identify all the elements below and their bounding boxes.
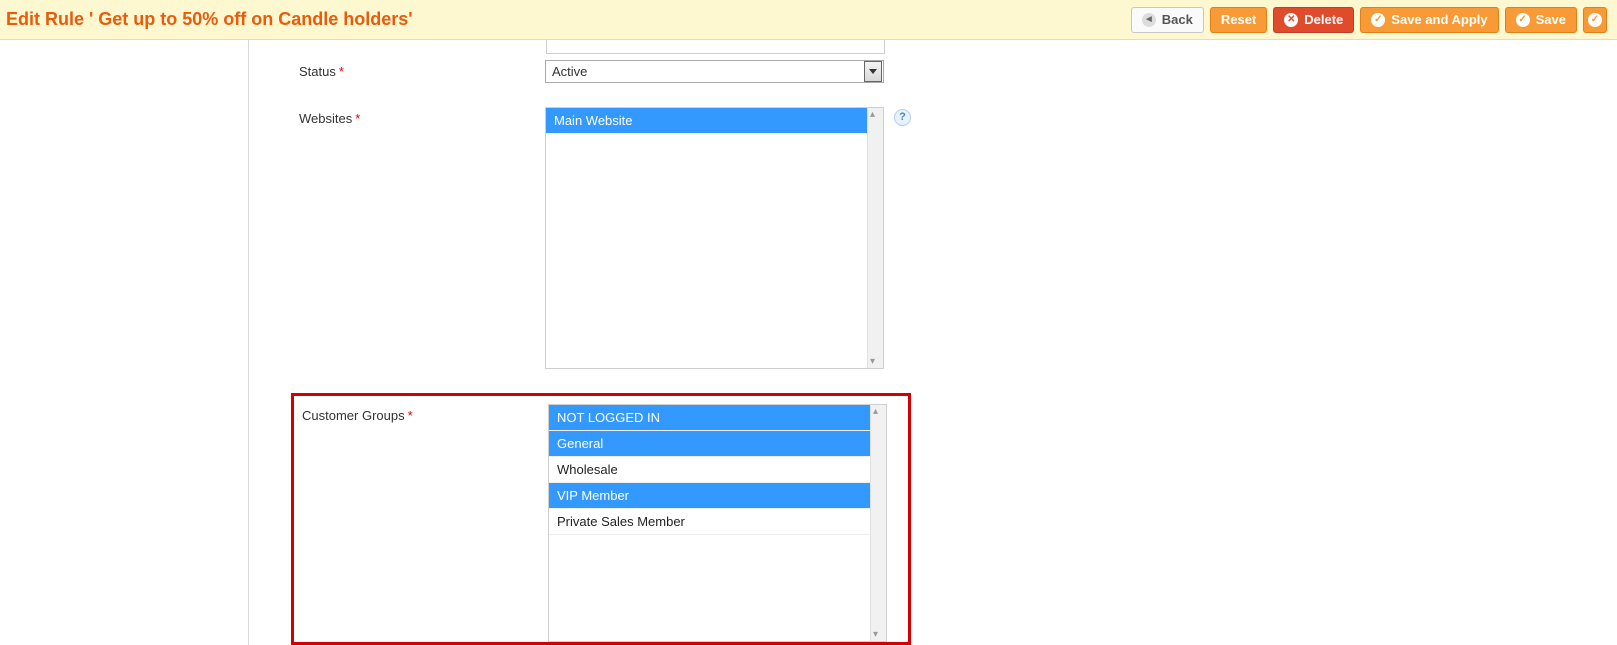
status-row: Status* Active [249, 60, 1617, 83]
left-sidebar [0, 40, 249, 645]
back-arrow-icon: ◄ [1142, 13, 1156, 27]
save-and-apply-button-label: Save and Apply [1391, 12, 1487, 27]
reset-button-label: Reset [1221, 12, 1256, 27]
back-button-label: Back [1162, 12, 1193, 27]
customer-groups-label-text: Customer Groups [302, 408, 405, 423]
overflow-button[interactable]: ✓ [1583, 7, 1607, 33]
scrollbar[interactable] [867, 108, 883, 368]
header-actions: ◄ Back Reset ✕ Delete ✓ Save and Apply ✓… [1131, 7, 1607, 33]
customer-groups-multiselect[interactable]: NOT LOGGED INGeneralWholesaleVIP MemberP… [548, 404, 887, 642]
reset-button[interactable]: Reset [1210, 7, 1267, 33]
scrollbar[interactable] [870, 405, 886, 641]
save-button[interactable]: ✓ Save [1505, 7, 1577, 33]
customer-groups-option[interactable]: Private Sales Member [549, 509, 871, 535]
customer-groups-highlight: Customer Groups* NOT LOGGED INGeneralWho… [291, 393, 911, 645]
status-select-value: Active [546, 64, 864, 79]
customer-groups-row: Customer Groups* NOT LOGGED INGeneralWho… [294, 404, 894, 642]
delete-button-label: Delete [1304, 12, 1343, 27]
customer-groups-label: Customer Groups* [294, 404, 548, 423]
back-button[interactable]: ◄ Back [1131, 7, 1204, 33]
delete-icon: ✕ [1284, 13, 1298, 27]
page-title: Edit Rule ' Get up to 50% off on Candle … [6, 9, 413, 30]
websites-label-text: Websites [299, 111, 352, 126]
required-asterisk: * [339, 64, 344, 79]
required-asterisk: * [355, 111, 360, 126]
customer-groups-option[interactable]: General [549, 431, 871, 457]
check-icon: ✓ [1516, 13, 1530, 27]
save-and-apply-button[interactable]: ✓ Save and Apply [1360, 7, 1498, 33]
customer-groups-option[interactable]: Wholesale [549, 457, 871, 483]
customer-groups-option[interactable]: VIP Member [549, 483, 871, 509]
save-button-label: Save [1536, 12, 1566, 27]
check-icon: ✓ [1371, 13, 1385, 27]
websites-option[interactable]: Main Website [546, 108, 868, 134]
delete-button[interactable]: ✕ Delete [1273, 7, 1354, 33]
websites-row: Websites* Main Website ? [249, 107, 1617, 369]
page-header: Edit Rule ' Get up to 50% off on Candle … [0, 0, 1617, 40]
websites-multiselect[interactable]: Main Website [545, 107, 884, 369]
check-icon: ✓ [1588, 13, 1602, 27]
required-asterisk: * [408, 408, 413, 423]
status-select[interactable]: Active [545, 60, 884, 83]
status-label: Status* [249, 60, 545, 79]
status-label-text: Status [299, 64, 336, 79]
dropdown-arrow-icon [864, 61, 882, 82]
help-icon[interactable]: ? [894, 109, 911, 126]
previous-field-stub [546, 40, 885, 54]
form-panel: Status* Active Websites* Main Website [249, 40, 1617, 645]
websites-label: Websites* [249, 107, 545, 126]
customer-groups-option[interactable]: NOT LOGGED IN [549, 405, 871, 431]
